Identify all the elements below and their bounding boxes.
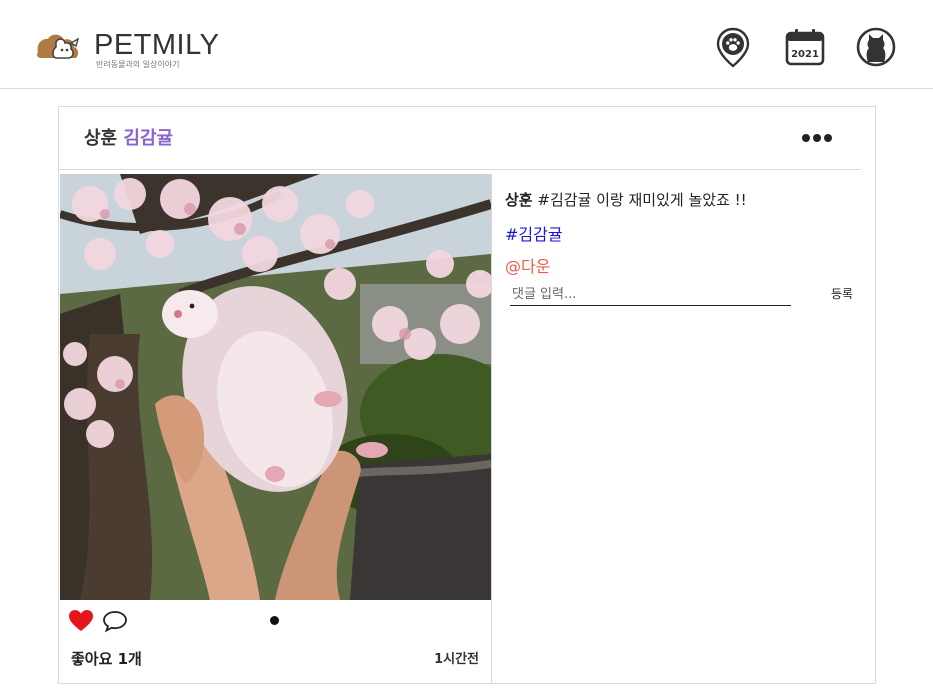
logo-text: PETMILY — [94, 29, 220, 61]
logo[interactable]: PETMILY 반려동물과의 일상이야기 — [34, 28, 234, 72]
hedgehog-blossom-photo — [60, 174, 491, 600]
comment-bubble-icon — [103, 611, 127, 633]
more-dot-icon — [802, 134, 810, 142]
more-dot-icon — [824, 134, 832, 142]
more-dot-icon — [813, 134, 821, 142]
post-header: 상훈 김감귤 — [59, 107, 875, 170]
cat-profile-icon — [856, 27, 896, 67]
post-time: 1시간전 — [434, 652, 479, 667]
calendar-year: 2021 — [791, 49, 819, 60]
paw-location-icon — [716, 27, 750, 68]
post-photo[interactable] — [60, 174, 491, 600]
mention-link[interactable]: @다운 — [505, 253, 550, 277]
author-name: 상훈 — [84, 128, 118, 149]
likes-count[interactable]: 좋아요 1개 — [71, 648, 142, 669]
logo-pet-icon — [37, 34, 80, 59]
post-actions: 좋아요 1개 1시간전 — [59, 600, 492, 684]
caption-author: 상훈 — [505, 191, 533, 209]
content-divider — [491, 174, 492, 600]
hashtag-link[interactable]: #김감귤 — [505, 221, 563, 245]
comment-submit-button[interactable]: 등록 — [831, 285, 853, 302]
carousel-indicator-dot[interactable] — [270, 616, 279, 625]
pet-name: 김감귤 — [123, 128, 174, 149]
like-button[interactable] — [68, 609, 94, 633]
comment-button[interactable] — [102, 609, 128, 633]
comment-input[interactable] — [510, 283, 791, 306]
calendar-button[interactable]: 2021 — [784, 26, 826, 68]
more-options-button[interactable] — [802, 129, 832, 147]
map-paw-button[interactable] — [712, 26, 754, 68]
profile-button[interactable] — [855, 26, 897, 68]
post-card: 상훈 김감귤 상훈 #김감귤 이랑 재미있게 놀았죠 !! #김감귤 @다운 댓… — [58, 106, 876, 684]
post-author[interactable]: 상훈 김감귤 — [84, 124, 173, 150]
header-divider — [59, 169, 861, 170]
logo-subtitle: 반려동물과의 일상이야기 — [96, 60, 180, 69]
heart-icon — [69, 610, 93, 631]
post-caption: 상훈 #김감귤 이랑 재미있게 놀았죠 !! — [505, 189, 747, 210]
calendar-icon: 2021 — [785, 29, 825, 66]
top-header: PETMILY 반려동물과의 일상이야기 2021 — [0, 0, 933, 89]
caption-text: #김감귤 이랑 재미있게 놀았죠 !! — [537, 191, 747, 209]
